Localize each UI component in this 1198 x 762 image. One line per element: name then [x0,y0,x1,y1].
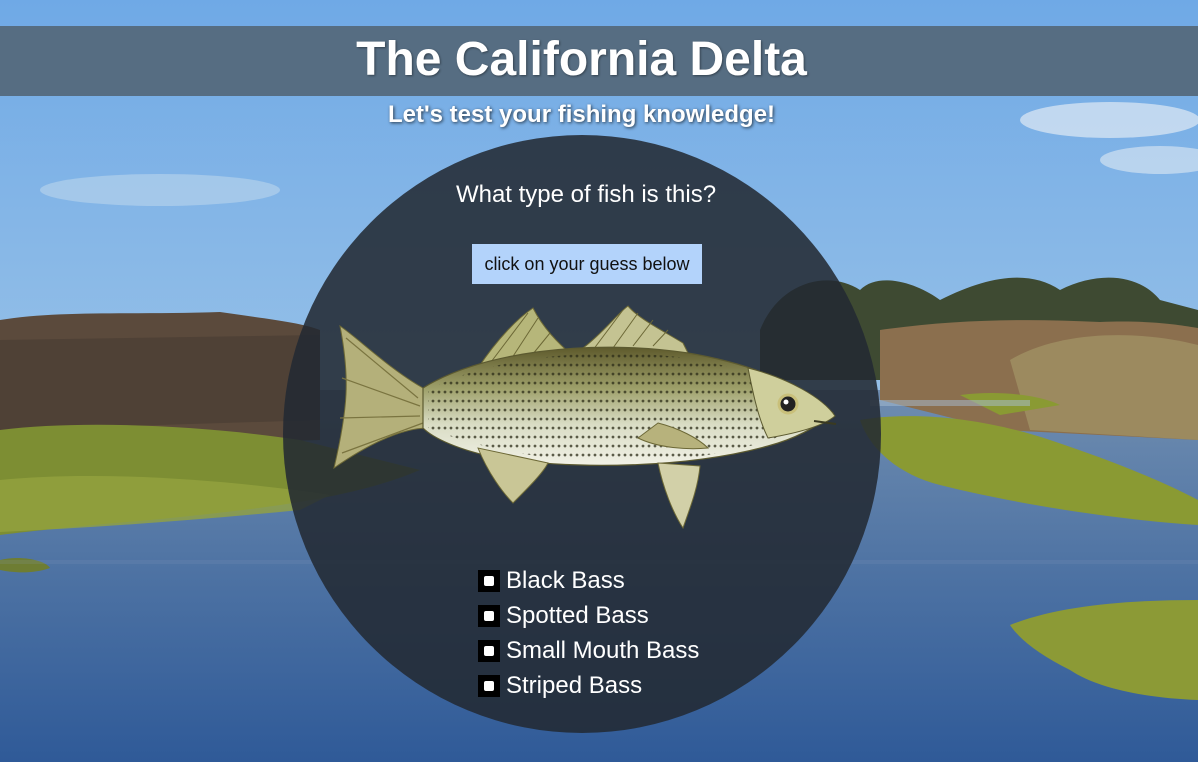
answer-checkbox[interactable] [478,639,500,662]
answer-label[interactable]: Small Mouth Bass [506,637,699,665]
answer-checkbox[interactable] [478,569,500,592]
page-subtitle: Let's test your fishing knowledge! [387,101,776,128]
answer-label[interactable]: Striped Bass [506,672,642,700]
page-title: The California Delta [356,33,807,86]
quiz-question: What type of fish is this? [455,181,717,208]
answer-list: Black Bass Spotted Bass Small Mouth Bass… [478,563,699,703]
answer-option-striped-bass[interactable]: Striped Bass [478,668,699,703]
answer-checkbox[interactable] [478,604,500,627]
answer-option-black-bass[interactable]: Black Bass [478,563,699,598]
answer-option-small-mouth-bass[interactable]: Small Mouth Bass [478,633,699,668]
answer-checkbox[interactable] [478,674,500,697]
answer-label[interactable]: Black Bass [506,567,625,595]
fish-image [328,298,840,533]
guess-hint-button[interactable]: click on your guess below [472,244,702,284]
answer-option-spotted-bass[interactable]: Spotted Bass [478,598,699,633]
answer-label[interactable]: Spotted Bass [506,602,649,630]
